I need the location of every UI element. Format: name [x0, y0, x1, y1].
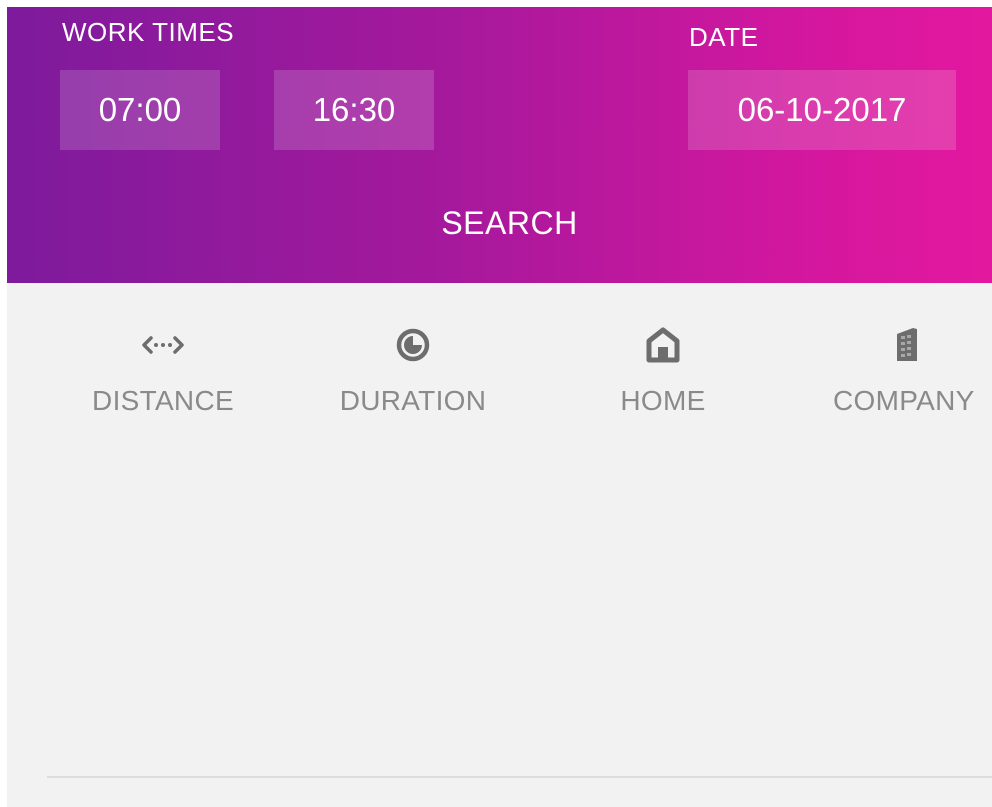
search-button[interactable]: SEARCH	[387, 197, 632, 249]
sort-home-option[interactable]: HOME	[608, 323, 718, 423]
search-header: WORK TIMES DATE 07:00 16:30 06-10-2017 S…	[7, 7, 992, 283]
sort-home-label: HOME	[620, 385, 706, 416]
sort-duration-label: DURATION	[339, 385, 487, 416]
sort-company-label: COMPANY	[833, 385, 975, 416]
date-field[interactable]: 06-10-2017	[688, 70, 956, 150]
start-time-field[interactable]: 07:00	[60, 70, 220, 150]
sort-duration-option[interactable]: DURATION	[328, 323, 498, 423]
sort-company-option[interactable]: COMPANY	[833, 323, 992, 423]
sort-distance-label: DISTANCE	[92, 385, 234, 416]
clock-icon	[391, 323, 435, 367]
arrows-horizontal-icon	[141, 323, 185, 367]
sort-distance-option[interactable]: DISTANCE	[83, 323, 243, 423]
results-panel: DISTANCE DURATION HOME COMPANY	[7, 283, 992, 807]
home-icon	[641, 323, 685, 367]
building-icon	[885, 323, 929, 367]
date-label: DATE	[689, 22, 759, 52]
work-times-label: WORK TIMES	[62, 17, 235, 47]
app-screen: WORK TIMES DATE 07:00 16:30 06-10-2017 S…	[0, 0, 992, 807]
end-time-field[interactable]: 16:30	[274, 70, 434, 150]
divider	[47, 776, 992, 778]
